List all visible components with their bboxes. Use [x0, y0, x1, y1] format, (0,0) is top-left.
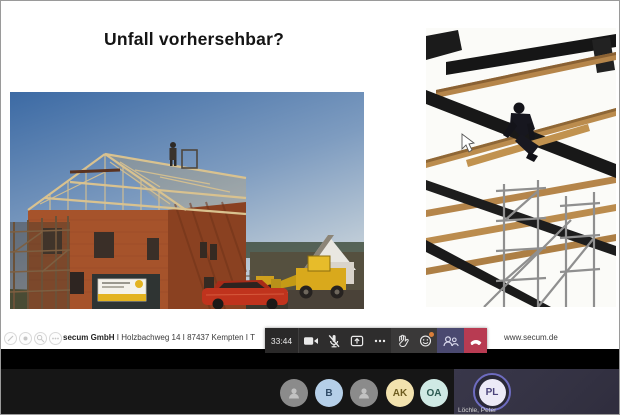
avatar-pl: PL [479, 379, 506, 406]
reaction-badge [429, 332, 434, 337]
participants-icon[interactable] [437, 328, 464, 353]
footer-company: secum GmbH [63, 333, 115, 342]
active-speaker-tile[interactable]: PL Löchle, Peter [454, 369, 620, 415]
avatar-ak[interactable]: AK [386, 379, 414, 407]
house-construction-photo [10, 92, 364, 309]
reactions-smiley-icon[interactable] [414, 328, 437, 353]
speaking-indicator-ring: PL [473, 373, 511, 411]
more-options-icon[interactable] [368, 328, 391, 353]
meeting-control-bar: 33:44 [265, 328, 487, 353]
avatar-anonymous-2[interactable] [350, 379, 378, 407]
magnifier-icon[interactable] [34, 332, 47, 345]
avatar-anonymous-1[interactable] [280, 379, 308, 407]
meeting-window: Unfall vorhersehbar? [0, 0, 620, 415]
avatar-oa[interactable]: OA [420, 379, 448, 407]
avatar-initials: B [325, 388, 332, 399]
more-icon[interactable] [49, 332, 62, 345]
laser-pointer-icon[interactable] [19, 332, 32, 345]
mic-muted-icon[interactable] [322, 328, 345, 353]
share-screen-icon[interactable] [345, 328, 368, 353]
camera-icon[interactable] [299, 328, 322, 353]
pen-icon[interactable] [4, 332, 17, 345]
presenter-toolbar [4, 332, 62, 345]
avatar-initials: AK [393, 388, 407, 399]
person-silhouette-icon [356, 385, 372, 401]
presentation-slide: Unfall vorhersehbar? [1, 1, 620, 349]
raise-hand-icon[interactable] [391, 328, 414, 353]
worker-on-beams-photo [426, 28, 616, 307]
slide-title: Unfall vorhersehbar? [104, 29, 284, 50]
participants-bar: B AK OA PL Löchle, Peter [1, 369, 620, 415]
footer-address: I Holzbachweg 14 I 87437 Kempten I T [115, 333, 255, 342]
active-speaker-name: Löchle, Peter [458, 407, 496, 414]
person-silhouette-icon [286, 385, 302, 401]
slide-footer-address: secum GmbH I Holzbachweg 14 I 87437 Kemp… [63, 333, 255, 342]
avatar-initials: OA [427, 388, 442, 399]
meeting-timer: 33:44 [265, 328, 299, 353]
reactions-segment [391, 328, 437, 353]
slide-footer-url: www.secum.de [504, 333, 558, 342]
hangup-phone-icon[interactable] [464, 328, 487, 353]
avatar-b[interactable]: B [315, 379, 343, 407]
